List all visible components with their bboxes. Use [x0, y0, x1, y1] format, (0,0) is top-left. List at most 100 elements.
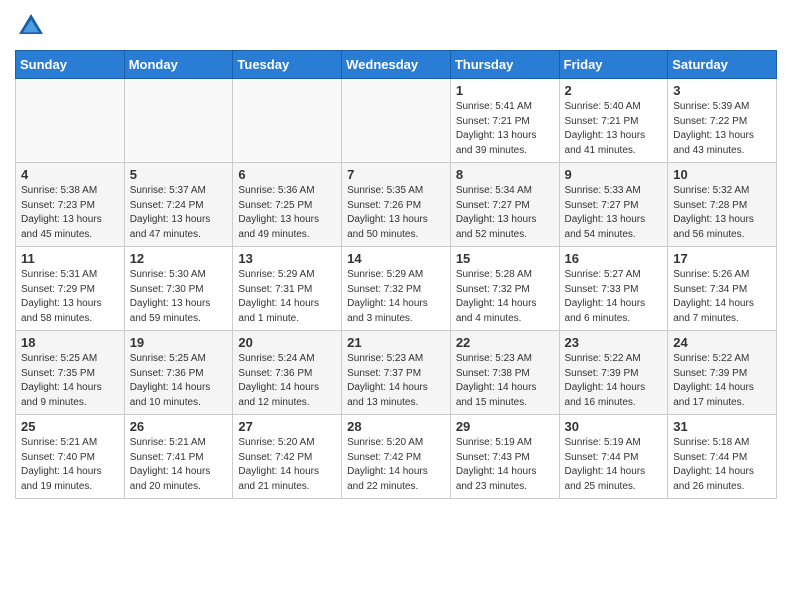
- calendar-cell: 9 Sunrise: 5:33 AM Sunset: 7:27 PM Daylig…: [559, 163, 668, 247]
- day-number: 2: [565, 83, 663, 98]
- day-info: Sunrise: 5:26 AM Sunset: 7:34 PM Dayligh…: [673, 268, 771, 326]
- calendar-cell: 13 Sunrise: 5:29 AM Sunset: 7:31 PM Dayli…: [233, 247, 342, 331]
- day-number: 10: [673, 167, 771, 182]
- page-container: SundayMondayTuesdayWednesdayThursdayFrid…: [0, 0, 792, 509]
- week-row-1: 1 Sunrise: 5:41 AM Sunset: 7:21 PM Daylig…: [16, 79, 777, 163]
- day-number: 8: [456, 167, 554, 182]
- day-info: Sunrise: 5:31 AM Sunset: 7:29 PM Dayligh…: [21, 268, 119, 326]
- calendar-cell: 3Sunrise: 5:39 AM Sunset: 7:22 PM Daylig…: [668, 79, 777, 163]
- logo-icon: [15, 10, 47, 42]
- calendar-table: SundayMondayTuesdayWednesdayThursdayFrid…: [15, 50, 777, 499]
- calendar-cell: 19 Sunrise: 5:25 AM Sunset: 7:36 PM Dayli…: [124, 331, 233, 415]
- day-info: Sunrise: 5:29 AM Sunset: 7:31 PM Dayligh…: [238, 268, 336, 326]
- day-number: 24: [673, 335, 771, 350]
- day-info: Sunrise: 5:41 AM Sunset: 7:21 PM Dayligh…: [456, 100, 554, 158]
- calendar-cell: 30 Sunrise: 5:19 AM Sunset: 7:44 PM Dayli…: [559, 415, 668, 499]
- day-info: Sunrise: 5:36 AM Sunset: 7:25 PM Dayligh…: [238, 184, 336, 242]
- day-info: Sunrise: 5:27 AM Sunset: 7:33 PM Dayligh…: [565, 268, 663, 326]
- week-row-5: 25 Sunrise: 5:21 AM Sunset: 7:40 PM Dayli…: [16, 415, 777, 499]
- day-number: 18: [21, 335, 119, 350]
- calendar-cell: 17 Sunrise: 5:26 AM Sunset: 7:34 PM Dayli…: [668, 247, 777, 331]
- day-info: Sunrise: 5:20 AM Sunset: 7:42 PM Dayligh…: [347, 436, 445, 494]
- calendar-cell: 26 Sunrise: 5:21 AM Sunset: 7:41 PM Dayli…: [124, 415, 233, 499]
- day-info: Sunrise: 5:37 AM Sunset: 7:24 PM Dayligh…: [130, 184, 228, 242]
- day-number: 23: [565, 335, 663, 350]
- calendar-cell: 5 Sunrise: 5:37 AM Sunset: 7:24 PM Daylig…: [124, 163, 233, 247]
- day-number: 11: [21, 251, 119, 266]
- day-info: Sunrise: 5:20 AM Sunset: 7:42 PM Dayligh…: [238, 436, 336, 494]
- day-info: Sunrise: 5:34 AM Sunset: 7:27 PM Dayligh…: [456, 184, 554, 242]
- day-number: 5: [130, 167, 228, 182]
- calendar-cell: [233, 79, 342, 163]
- day-info: Sunrise: 5:29 AM Sunset: 7:32 PM Dayligh…: [347, 268, 445, 326]
- calendar-cell: 7Sunrise: 5:35 AM Sunset: 7:26 PM Daylig…: [342, 163, 451, 247]
- calendar-cell: 28 Sunrise: 5:20 AM Sunset: 7:42 PM Dayli…: [342, 415, 451, 499]
- day-number: 31: [673, 419, 771, 434]
- week-row-3: 11 Sunrise: 5:31 AM Sunset: 7:29 PM Dayli…: [16, 247, 777, 331]
- weekday-header-thursday: Thursday: [450, 51, 559, 79]
- day-number: 16: [565, 251, 663, 266]
- day-number: 1: [456, 83, 554, 98]
- day-number: 29: [456, 419, 554, 434]
- day-info: Sunrise: 5:23 AM Sunset: 7:37 PM Dayligh…: [347, 352, 445, 410]
- day-number: 20: [238, 335, 336, 350]
- day-info: Sunrise: 5:40 AM Sunset: 7:21 PM Dayligh…: [565, 100, 663, 158]
- calendar-cell: 24Sunrise: 5:22 AM Sunset: 7:39 PM Dayli…: [668, 331, 777, 415]
- calendar-cell: 25 Sunrise: 5:21 AM Sunset: 7:40 PM Dayli…: [16, 415, 125, 499]
- calendar-cell: [16, 79, 125, 163]
- calendar-cell: 16 Sunrise: 5:27 AM Sunset: 7:33 PM Dayli…: [559, 247, 668, 331]
- weekday-header-friday: Friday: [559, 51, 668, 79]
- day-info: Sunrise: 5:32 AM Sunset: 7:28 PM Dayligh…: [673, 184, 771, 242]
- calendar-cell: 23 Sunrise: 5:22 AM Sunset: 7:39 PM Dayli…: [559, 331, 668, 415]
- day-info: Sunrise: 5:21 AM Sunset: 7:41 PM Dayligh…: [130, 436, 228, 494]
- day-number: 7: [347, 167, 445, 182]
- day-number: 26: [130, 419, 228, 434]
- day-info: Sunrise: 5:22 AM Sunset: 7:39 PM Dayligh…: [565, 352, 663, 410]
- week-row-2: 4 Sunrise: 5:38 AM Sunset: 7:23 PM Daylig…: [16, 163, 777, 247]
- logo: [15, 10, 51, 42]
- calendar-cell: [124, 79, 233, 163]
- day-info: Sunrise: 5:38 AM Sunset: 7:23 PM Dayligh…: [21, 184, 119, 242]
- weekday-header-tuesday: Tuesday: [233, 51, 342, 79]
- day-number: 9: [565, 167, 663, 182]
- calendar-cell: 1 Sunrise: 5:41 AM Sunset: 7:21 PM Daylig…: [450, 79, 559, 163]
- day-number: 30: [565, 419, 663, 434]
- day-info: Sunrise: 5:23 AM Sunset: 7:38 PM Dayligh…: [456, 352, 554, 410]
- day-number: 15: [456, 251, 554, 266]
- day-number: 19: [130, 335, 228, 350]
- day-number: 14: [347, 251, 445, 266]
- day-info: Sunrise: 5:19 AM Sunset: 7:43 PM Dayligh…: [456, 436, 554, 494]
- week-row-4: 18Sunrise: 5:25 AM Sunset: 7:35 PM Dayli…: [16, 331, 777, 415]
- calendar-cell: 15 Sunrise: 5:28 AM Sunset: 7:32 PM Dayli…: [450, 247, 559, 331]
- day-number: 27: [238, 419, 336, 434]
- day-info: Sunrise: 5:19 AM Sunset: 7:44 PM Dayligh…: [565, 436, 663, 494]
- day-info: Sunrise: 5:24 AM Sunset: 7:36 PM Dayligh…: [238, 352, 336, 410]
- day-number: 4: [21, 167, 119, 182]
- day-number: 13: [238, 251, 336, 266]
- day-info: Sunrise: 5:33 AM Sunset: 7:27 PM Dayligh…: [565, 184, 663, 242]
- calendar-cell: 21Sunrise: 5:23 AM Sunset: 7:37 PM Dayli…: [342, 331, 451, 415]
- day-info: Sunrise: 5:28 AM Sunset: 7:32 PM Dayligh…: [456, 268, 554, 326]
- weekday-header-sunday: Sunday: [16, 51, 125, 79]
- calendar-cell: 10 Sunrise: 5:32 AM Sunset: 7:28 PM Dayli…: [668, 163, 777, 247]
- day-number: 25: [21, 419, 119, 434]
- day-info: Sunrise: 5:18 AM Sunset: 7:44 PM Dayligh…: [673, 436, 771, 494]
- day-info: Sunrise: 5:21 AM Sunset: 7:40 PM Dayligh…: [21, 436, 119, 494]
- calendar-cell: 31 Sunrise: 5:18 AM Sunset: 7:44 PM Dayli…: [668, 415, 777, 499]
- day-info: Sunrise: 5:25 AM Sunset: 7:36 PM Dayligh…: [130, 352, 228, 410]
- day-number: 17: [673, 251, 771, 266]
- weekday-header-row: SundayMondayTuesdayWednesdayThursdayFrid…: [16, 51, 777, 79]
- calendar-cell: 8 Sunrise: 5:34 AM Sunset: 7:27 PM Daylig…: [450, 163, 559, 247]
- calendar-cell: [342, 79, 451, 163]
- calendar-cell: 18Sunrise: 5:25 AM Sunset: 7:35 PM Dayli…: [16, 331, 125, 415]
- calendar-cell: 27 Sunrise: 5:20 AM Sunset: 7:42 PM Dayli…: [233, 415, 342, 499]
- calendar-cell: 20 Sunrise: 5:24 AM Sunset: 7:36 PM Dayli…: [233, 331, 342, 415]
- weekday-header-saturday: Saturday: [668, 51, 777, 79]
- calendar-cell: 29 Sunrise: 5:19 AM Sunset: 7:43 PM Dayli…: [450, 415, 559, 499]
- day-number: 28: [347, 419, 445, 434]
- day-number: 22: [456, 335, 554, 350]
- calendar-cell: 4 Sunrise: 5:38 AM Sunset: 7:23 PM Daylig…: [16, 163, 125, 247]
- day-info: Sunrise: 5:39 AM Sunset: 7:22 PM Dayligh…: [673, 100, 771, 158]
- day-number: 6: [238, 167, 336, 182]
- weekday-header-monday: Monday: [124, 51, 233, 79]
